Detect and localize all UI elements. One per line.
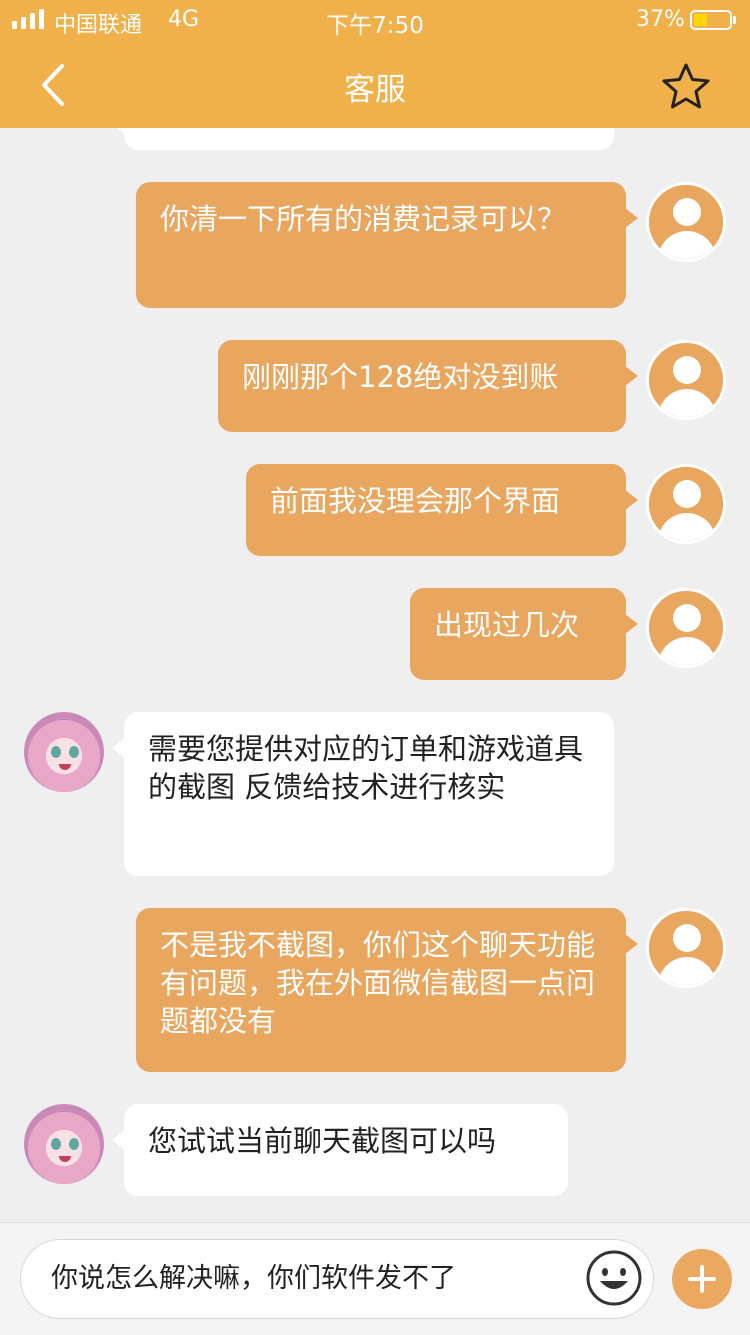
user-avatar[interactable] (646, 340, 726, 420)
message-bubble-outgoing: 刚刚那个128绝对没到账 (218, 340, 638, 432)
message-bubble-outgoing: 前面我没理会那个界面 (246, 464, 638, 556)
message-input[interactable]: 你说怎么解决嘛，你们软件发不了 (20, 1239, 654, 1319)
smiley-icon[interactable] (585, 1249, 643, 1307)
user-avatar[interactable] (646, 464, 726, 544)
message-bubble-outgoing: 不是我不截图，你们这个聊天功能有问题，我在外面微信截图一点问题都没有 (136, 908, 638, 1072)
message-bubble-incoming: 您试试当前聊天截图可以吗 (112, 1104, 568, 1196)
agent-avatar[interactable] (24, 712, 104, 792)
message-bubble-outgoing: 你清一下所有的消费记录可以？ (136, 182, 638, 308)
battery-tip (733, 16, 736, 24)
user-avatar[interactable] (646, 908, 726, 988)
page-title: 客服 (344, 72, 406, 108)
battery-level (694, 14, 707, 26)
user-avatar[interactable] (646, 588, 726, 668)
battery-percent: 37% (636, 7, 685, 32)
plus-icon[interactable] (672, 1249, 732, 1309)
message-list[interactable]: 你清一下所有的消费记录可以？ 刚刚那个128绝对没到账 前面我没理会那个界面 出… (0, 128, 750, 1222)
message-bubble-incoming-partial (112, 128, 614, 150)
message-bubble-outgoing: 出现过几次 (410, 588, 638, 680)
status-bar: 中国联通 4G 下午7:50 37% (0, 0, 750, 40)
user-avatar[interactable] (646, 182, 726, 262)
battery-icon (690, 10, 732, 30)
header-bar: 中国联通 4G 下午7:50 37% 客服 (0, 0, 750, 128)
composer-bar: 你说怎么解决嘛，你们软件发不了 (0, 1222, 750, 1335)
message-bubble-incoming: 需要您提供对应的订单和游戏道具的截图 反馈给技术进行核实 (112, 712, 614, 876)
agent-avatar[interactable] (24, 1104, 104, 1184)
star-outline-icon[interactable] (660, 60, 712, 112)
